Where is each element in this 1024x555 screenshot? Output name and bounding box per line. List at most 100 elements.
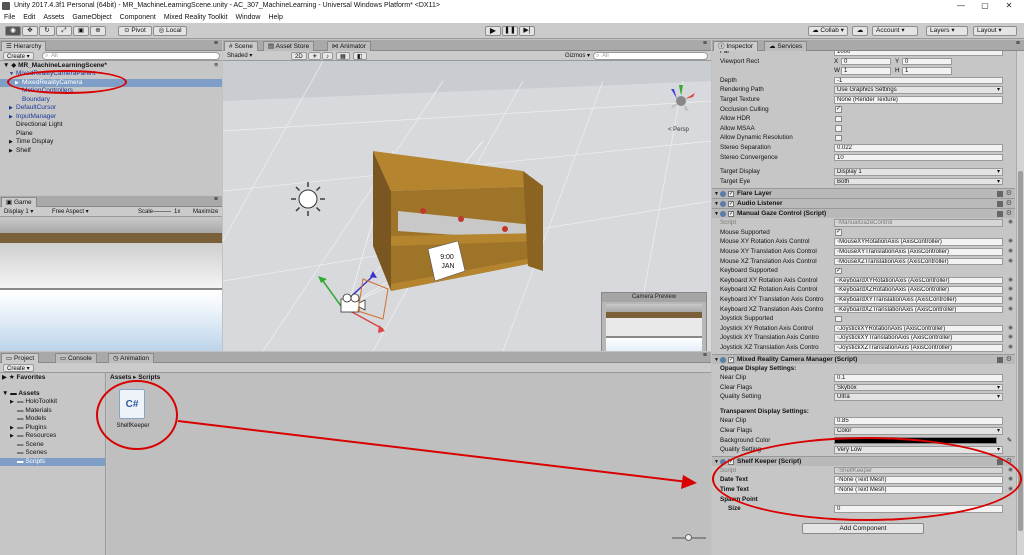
inspector-dropdown[interactable]: Color ▾	[834, 427, 1003, 435]
help-book-icon[interactable]	[997, 191, 1003, 198]
game-viewport[interactable]	[0, 217, 222, 351]
inspector-object-field[interactable]: ◦KeyboardXYTranslationAxis (AxisControll…	[834, 296, 1003, 304]
inspector-checkbox[interactable]: ✓	[835, 267, 842, 275]
menu-component[interactable]: Component	[116, 12, 160, 23]
object-picker-icon[interactable]: ◉	[1008, 237, 1013, 247]
viewport-x-field[interactable]: 0	[841, 57, 891, 66]
inspector-object-field[interactable]: ◦JoystickXZTranslationAxis (AxisControll…	[834, 344, 1003, 352]
hierarchy-item[interactable]: Plane	[0, 130, 222, 138]
object-picker-icon[interactable]: ◉	[1008, 247, 1013, 257]
maximize-on-play-toggle[interactable]: Maximize	[193, 207, 218, 217]
object-picker-icon[interactable]: ◉	[1008, 285, 1013, 295]
tab-animation[interactable]: ◷ Animation	[108, 353, 155, 363]
viewport-h-field[interactable]: 1	[902, 67, 952, 75]
inspector-object-field[interactable]: ◦KeyboardXZRotationAxis (AxisController)	[834, 286, 1003, 294]
scene-menu-icon[interactable]: ≡	[214, 62, 218, 70]
hand-tool-icon[interactable]: ◉	[5, 26, 21, 36]
gizmos-dropdown[interactable]: Gizmos ▾	[565, 51, 590, 61]
project-create-button[interactable]: Create ▾	[3, 364, 34, 372]
object-picker-icon[interactable]: ◉	[1008, 333, 1013, 343]
panel-menu-icon[interactable]: ≡	[214, 40, 218, 47]
eyedropper-icon[interactable]: ✎	[1007, 436, 1012, 446]
viewport-w-field[interactable]: 1	[841, 67, 891, 75]
menu-mixed-reality-toolkit[interactable]: Mixed Reality Toolkit	[160, 12, 232, 23]
chevron-right-icon[interactable]: ▶	[10, 424, 17, 432]
inspector-checkbox[interactable]	[835, 115, 842, 123]
pause-button[interactable]: ❚❚	[502, 26, 518, 36]
panel-menu-icon[interactable]: ≡	[214, 196, 218, 203]
local-toggle[interactable]: ◎ Local	[153, 26, 187, 36]
assets-node[interactable]: ▼ ▬ Assets	[0, 390, 105, 398]
folder-item[interactable]: ▬ Scripts	[0, 457, 105, 466]
tab-services[interactable]: ☁ Services	[764, 41, 808, 51]
component-header-mixed-reality-camera-manager[interactable]: ▼ ✓ Mixed Reality Camera Manager (Script) ⚙	[712, 353, 1015, 364]
rect-tool-icon[interactable]: ▣	[73, 26, 89, 36]
tab-asset-store[interactable]: ▤ Asset Store	[263, 41, 315, 51]
component-header-flare-layer[interactable]: ▼ ✓ Flare Layer ⚙	[712, 188, 1015, 199]
rotate-tool-icon[interactable]: ↻	[39, 26, 55, 36]
tab-hierarchy[interactable]: ☰ Hierarchy	[1, 41, 47, 51]
folder-item[interactable]: ▶ ▬ HoloToolkit	[0, 398, 105, 406]
inspector-checkbox[interactable]	[835, 125, 842, 132]
effects-toggle-icon[interactable]: ▦	[336, 52, 350, 60]
inspector-dropdown[interactable]: Use Graphics Settings ▾	[834, 86, 1003, 94]
object-picker-icon[interactable]: ◉	[1008, 295, 1013, 305]
tab-game[interactable]: ▣ Game	[1, 197, 37, 207]
scene-search-input[interactable]: ⌕ All	[593, 52, 708, 60]
object-picker-icon[interactable]: ◉	[1008, 324, 1013, 334]
aspect-dropdown[interactable]: Free Aspect ▾	[52, 207, 89, 217]
tab-project[interactable]: ▭ Project	[1, 353, 40, 363]
shading-dropdown[interactable]: Shaded ▾	[227, 51, 252, 61]
component-header-manual-gaze-control[interactable]: ▼ ✓ Manual Gaze Control (Script) ⚙	[712, 208, 1015, 219]
menu-assets[interactable]: Assets	[39, 12, 68, 23]
tab-scene[interactable]: # Scene	[224, 41, 258, 51]
panel-menu-icon[interactable]: ≡	[1016, 40, 1020, 47]
persp-label[interactable]: < Persp	[668, 127, 689, 133]
play-button[interactable]: ▶	[485, 26, 501, 36]
pivot-toggle[interactable]: ⊙ Pivot	[118, 26, 152, 36]
audio-toggle-icon[interactable]: ♪	[322, 52, 333, 60]
inspector-value-field[interactable]: 1000	[834, 51, 1003, 56]
folder-item[interactable]: ▬ Models	[0, 415, 105, 423]
object-picker-icon[interactable]: ◉	[1008, 276, 1013, 286]
hierarchy-item[interactable]: Boundary	[0, 96, 222, 104]
chevron-right-icon[interactable]: ▶	[9, 113, 16, 121]
scale-slider[interactable]	[153, 211, 171, 212]
menu-edit[interactable]: Edit	[19, 12, 39, 23]
object-picker-icon[interactable]: ◉	[1008, 305, 1013, 315]
maximize-button[interactable]: ▢	[974, 0, 996, 12]
chevron-right-icon[interactable]: ▶	[10, 432, 17, 440]
component-enabled-checkbox[interactable]: ✓	[728, 356, 734, 363]
scene-root[interactable]: ▼ ◆ MR_MachineLearningScene* ≡	[0, 62, 222, 70]
hierarchy-create-button[interactable]: Create ▾	[3, 52, 34, 60]
layers-dropdown[interactable]: Layers ▾	[926, 26, 968, 36]
folder-item[interactable]: ▶ ▬ Plugins	[0, 424, 105, 432]
lighting-toggle-icon[interactable]: ☀	[308, 52, 322, 60]
inspector-value-field[interactable]: -1	[834, 76, 1003, 85]
favorites-node[interactable]: ▶ ★ Favorites	[0, 374, 105, 382]
inspector-checkbox[interactable]: ✓	[835, 106, 842, 113]
inspector-value-field[interactable]: 10	[834, 153, 1003, 162]
collab-button[interactable]: ☁ Collab ▾	[808, 26, 848, 36]
step-button[interactable]: ▶|	[519, 26, 535, 36]
inspector-value-field[interactable]: 0.022	[834, 144, 1003, 152]
layout-dropdown[interactable]: Layout ▾	[973, 26, 1017, 36]
transform-tool-icon[interactable]: ⊕	[90, 26, 106, 36]
hierarchy-item[interactable]: ▶ DefaultCursor	[0, 104, 222, 112]
object-picker-icon[interactable]: ◉	[1008, 257, 1013, 267]
inspector-object-field[interactable]: ◦JoystickXYTranslationAxis (AxisControll…	[834, 334, 1003, 342]
chevron-right-icon[interactable]: ▶	[10, 398, 17, 406]
inspector-object-field[interactable]: ◦KeyboardXZTranslationAxis (AxisControll…	[834, 305, 1003, 314]
folder-item[interactable]: ▶ ▬ Resources	[0, 432, 105, 440]
inspector-object-field[interactable]: ◦MouseXYRotationAxis (AxisController)	[834, 238, 1003, 246]
menu-gameobject[interactable]: GameObject	[68, 12, 115, 23]
inspector-value-field[interactable]: 0.85	[834, 417, 1003, 425]
menu-window[interactable]: Window	[232, 12, 265, 23]
inspector-checkbox[interactable]	[835, 315, 842, 323]
inspector-dropdown[interactable]: Both ▾	[834, 177, 1003, 186]
component-header-audio-listener[interactable]: ▼ ✓ Audio Listener ⚙	[712, 198, 1015, 209]
object-picker-icon[interactable]: ◉	[1008, 218, 1013, 228]
move-tool-icon[interactable]: ✥	[22, 26, 38, 36]
panel-menu-icon[interactable]: ≡	[703, 40, 707, 47]
object-picker-icon[interactable]: ◉	[1008, 343, 1013, 353]
